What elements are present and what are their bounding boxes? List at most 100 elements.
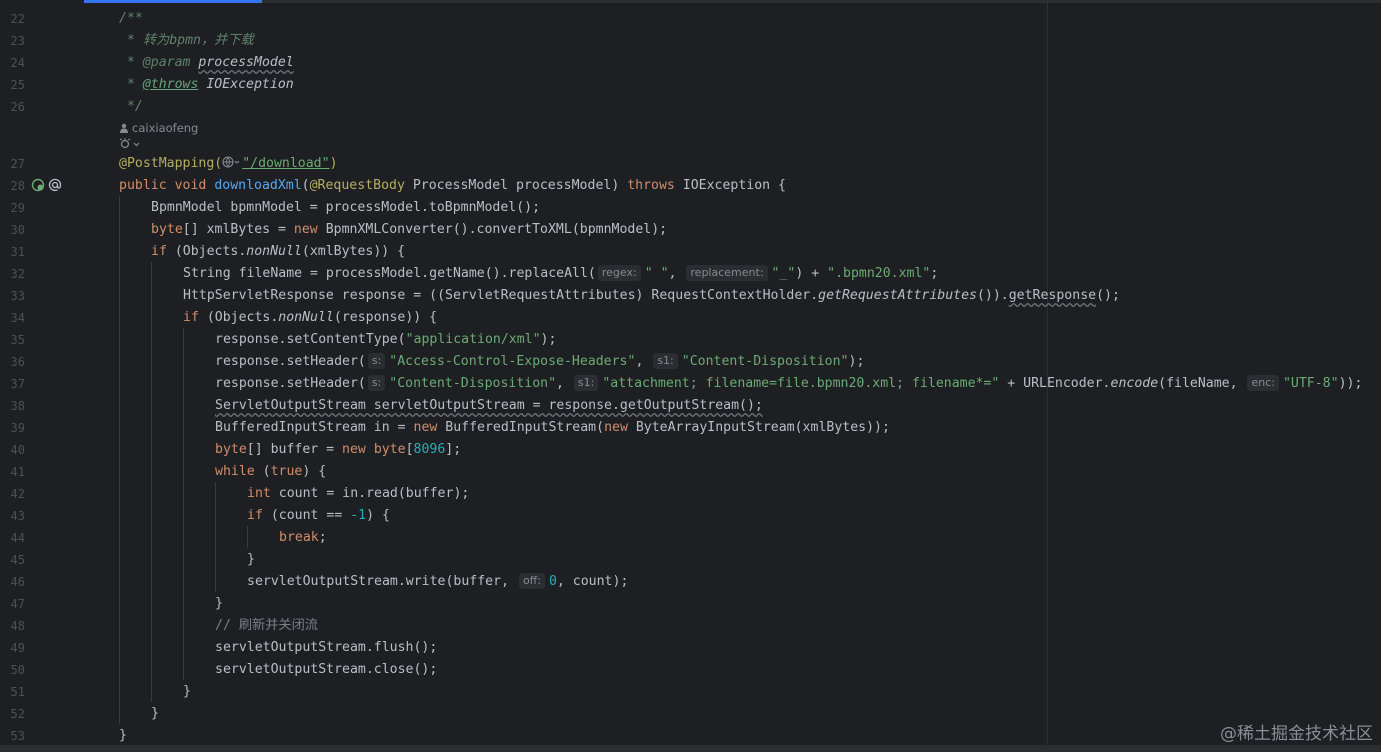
code-line-49[interactable]: servletOutputStream.flush(); <box>215 637 437 659</box>
string-literal: " " <box>644 266 669 281</box>
code-text: } <box>215 596 223 611</box>
line-number[interactable]: 52 <box>0 703 25 725</box>
code-line-36[interactable]: response.setHeader(s: "Access-Control-Exp… <box>215 351 864 373</box>
line-number[interactable]: 30 <box>0 219 25 241</box>
globe-icon[interactable] <box>222 156 242 168</box>
parameter-hint: replacement: <box>686 265 768 281</box>
code-line-37[interactable]: response.setHeader(s: "Content-Dispositio… <box>215 373 1362 395</box>
code-line-39[interactable]: BufferedInputStream in = new BufferedInp… <box>215 417 890 439</box>
line-number[interactable]: 40 <box>0 439 25 461</box>
keyword: int <box>247 486 271 501</box>
line-number[interactable]: 26 <box>0 96 25 118</box>
code-line-23[interactable]: * 转为bpmn，并下载 <box>119 30 254 52</box>
line-number[interactable]: 50 <box>0 659 25 681</box>
code-line-26[interactable]: */ <box>119 96 143 118</box>
number-literal: 0 <box>548 574 557 589</box>
keyword: new <box>293 222 318 237</box>
annotation-close: ) <box>329 156 338 171</box>
parameter-hint: s: <box>367 375 386 391</box>
code-line-44[interactable]: break; <box>279 527 327 549</box>
static-method: nonNull <box>278 310 334 325</box>
code-line-33[interactable]: HttpServletResponse response = ((Servlet… <box>183 285 1120 307</box>
parameter-hint: s1: <box>573 375 599 391</box>
code-line-38[interactable]: ServletOutputStream servletOutputStream … <box>215 395 763 417</box>
line-number[interactable]: 43 <box>0 505 25 527</box>
code-editor[interactable]: 22 23 24 25 26 27 28 29 30 31 32 33 34 35 36 37 38 39 40 41… <box>0 0 1381 752</box>
code-line-41[interactable]: while (true) { <box>215 461 326 483</box>
line-number[interactable]: 42 <box>0 483 25 505</box>
code-line-30[interactable]: byte[] xmlBytes = new BpmnXMLConverter()… <box>151 219 667 241</box>
code-line-27[interactable]: @PostMapping("/download") <box>119 153 338 175</box>
line-number[interactable]: 33 <box>0 285 25 307</box>
code-line-48[interactable]: // 刷新并关闭流 <box>215 615 318 637</box>
line-number[interactable]: 51 <box>0 681 25 703</box>
line-number[interactable]: 36 <box>0 351 25 373</box>
keyword: byte <box>215 442 247 457</box>
doc-param-name: processModel <box>198 55 294 70</box>
line-number[interactable]: 35 <box>0 329 25 351</box>
code-text: ) { <box>366 508 390 523</box>
code-line-50[interactable]: servletOutputStream.close(); <box>215 659 437 681</box>
code-text: ); <box>540 332 557 347</box>
line-number[interactable]: 46 <box>0 571 25 593</box>
code-line-25[interactable]: * @throws IOException <box>119 74 294 96</box>
code-line-45[interactable]: } <box>247 549 255 571</box>
line-number[interactable]: 48 <box>0 615 25 637</box>
code-line-47[interactable]: } <box>215 593 223 615</box>
keyword: byte <box>365 442 406 457</box>
line-number[interactable]: 28 <box>0 175 25 197</box>
line-number[interactable]: 47 <box>0 593 25 615</box>
code-line-40[interactable]: byte[] buffer = new byte[8096]; <box>215 439 461 461</box>
code-line-35[interactable]: response.setContentType("application/xml… <box>215 329 556 351</box>
code-line-46[interactable]: servletOutputStream.write(buffer, off: 0,… <box>247 571 628 593</box>
doc-throws-name: IOException <box>206 77 294 92</box>
code-line-28[interactable]: public void downloadXml(@RequestBody Pro… <box>119 175 786 197</box>
line-number[interactable]: 27 <box>0 153 25 175</box>
line-number[interactable]: 31 <box>0 241 25 263</box>
code-line-29[interactable]: BpmnModel bpmnModel = processModel.toBpm… <box>151 197 540 219</box>
code-line-24[interactable]: * @param processModel <box>119 52 294 74</box>
doc-close: */ <box>119 99 143 114</box>
code-line-22[interactable]: /** <box>119 8 143 30</box>
line-number[interactable]: 49 <box>0 637 25 659</box>
line-number[interactable]: 53 <box>0 725 25 747</box>
code-line-32[interactable]: String fileName = processModel.getName()… <box>183 263 938 285</box>
line-number[interactable]: 22 <box>0 8 25 30</box>
line-number[interactable]: 38 <box>0 395 25 417</box>
indent-guide <box>183 328 184 680</box>
mapping-url[interactable]: "/download" <box>242 156 329 171</box>
parameter-hint: regex: <box>597 265 641 281</box>
line-number[interactable]: 29 <box>0 197 25 219</box>
code-line-42[interactable]: int count = in.read(buffer); <box>247 483 469 505</box>
doc-open: /** <box>119 11 143 26</box>
code-text: , count); <box>556 574 629 589</box>
line-number[interactable]: 23 <box>0 30 25 52</box>
keyword: byte <box>151 222 183 237</box>
line-number[interactable]: 37 <box>0 373 25 395</box>
keyword: public <box>119 178 167 193</box>
line-number[interactable]: 24 <box>0 52 25 74</box>
code-line-52[interactable]: } <box>151 703 159 725</box>
code-text: ; <box>318 530 327 545</box>
endpoint-run-icon[interactable] <box>31 178 45 192</box>
line-number[interactable]: 25 <box>0 74 25 96</box>
at-sign-icon[interactable] <box>48 178 62 192</box>
line-number[interactable]: 34 <box>0 307 25 329</box>
code-text: ( <box>301 178 310 193</box>
code-line-43[interactable]: if (count == -1) { <box>247 505 390 527</box>
code-text: response.setHeader( <box>215 354 366 369</box>
keyword: break <box>279 530 319 545</box>
line-number[interactable]: 45 <box>0 549 25 571</box>
line-number[interactable]: 41 <box>0 461 25 483</box>
code-line-53[interactable]: } <box>119 725 127 747</box>
code-line-34[interactable]: if (Objects.nonNull(response)) { <box>183 307 437 329</box>
line-number[interactable]: 39 <box>0 417 25 439</box>
code-line-31[interactable]: if (Objects.nonNull(xmlBytes)) { <box>151 241 405 263</box>
string-literal: "Content-Disposition" <box>681 354 849 369</box>
code-line-51[interactable]: } <box>183 681 191 703</box>
line-number[interactable]: 44 <box>0 527 25 549</box>
line-number[interactable]: 32 <box>0 263 25 285</box>
author-inlay-hint[interactable]: caixiaofeng <box>119 119 198 137</box>
static-method: encode <box>1110 376 1159 391</box>
parameter-hint: s: <box>367 353 386 369</box>
